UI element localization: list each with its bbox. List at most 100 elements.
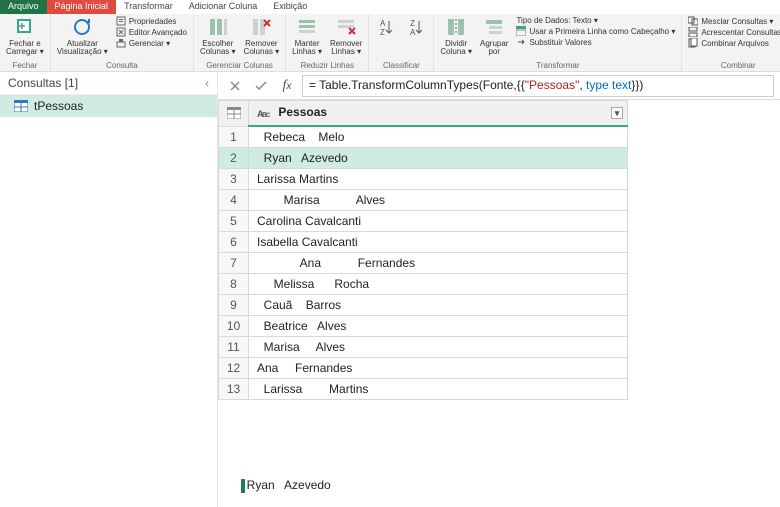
svg-text:A: A xyxy=(380,19,386,28)
row-number[interactable]: 3 xyxy=(219,169,249,190)
table-row[interactable]: 6Isabella Cavalcanti xyxy=(219,232,628,253)
row-number[interactable]: 7 xyxy=(219,253,249,274)
cell-pessoas[interactable]: Rebeca Melo xyxy=(249,126,628,148)
row-number[interactable]: 4 xyxy=(219,190,249,211)
row-number[interactable]: 12 xyxy=(219,358,249,379)
refresh-preview-button[interactable]: Atualizar Visualização ▾ xyxy=(55,16,110,57)
cell-pessoas[interactable]: Carolina Cavalcanti xyxy=(249,211,628,232)
table-row[interactable]: 7 Ana Fernandes xyxy=(219,253,628,274)
formula-text[interactable]: = Table.TransformColumnTypes(Fonte,{{"Pe… xyxy=(302,75,774,97)
sort-asc-button[interactable]: AZ xyxy=(373,16,399,38)
column-header-pessoas[interactable]: ABC Pessoas ▾ xyxy=(249,101,628,127)
cell-preview: Ryan Azevedo xyxy=(230,462,335,495)
cell-pessoas[interactable]: Marisa Alves xyxy=(249,337,628,358)
first-row-header-button[interactable]: Usar a Primeira Linha como Cabeçalho ▾ xyxy=(514,26,677,36)
remove-rows-icon xyxy=(335,16,357,38)
row-number[interactable]: 2 xyxy=(219,148,249,169)
data-type-button[interactable]: Tipo de Dados: Texto ▾ xyxy=(514,16,677,25)
tab-file[interactable]: Arquivo xyxy=(0,0,47,14)
advanced-editor-icon xyxy=(116,27,126,37)
cell-pessoas[interactable]: Ryan Azevedo xyxy=(249,148,628,169)
row-number[interactable]: 11 xyxy=(219,337,249,358)
type-text-icon: ABC xyxy=(255,105,271,121)
tab-transformar[interactable]: Transformar xyxy=(116,0,181,14)
table-row[interactable]: 3Larissa Martins xyxy=(219,169,628,190)
row-number[interactable]: 6 xyxy=(219,232,249,253)
row-number[interactable]: 1 xyxy=(219,126,249,148)
formula-fx-button[interactable]: fx xyxy=(276,75,298,97)
table-row[interactable]: 11 Marisa Alves xyxy=(219,337,628,358)
cell-pessoas[interactable]: Cauã Barros xyxy=(249,295,628,316)
table-row[interactable]: 12Ana Fernandes xyxy=(219,358,628,379)
properties-button[interactable]: Propriedades xyxy=(114,16,189,26)
cell-pessoas[interactable]: Ana Fernandes xyxy=(249,358,628,379)
queries-pane-title: Consultas [1] xyxy=(8,76,78,90)
row-number[interactable]: 8 xyxy=(219,274,249,295)
table-row[interactable]: 2 Ryan Azevedo xyxy=(219,148,628,169)
keep-rows-icon xyxy=(296,16,318,38)
formula-cancel-button[interactable] xyxy=(224,75,246,97)
remove-columns-icon xyxy=(250,16,272,38)
cell-pessoas[interactable]: Melissa Rocha xyxy=(249,274,628,295)
replace-values-button[interactable]: Substituir Valores xyxy=(514,37,677,47)
tab-home[interactable]: Página Inicial xyxy=(47,0,117,14)
append-icon xyxy=(688,27,698,37)
keep-rows-button[interactable]: Manter Linhas ▾ xyxy=(290,16,324,57)
combine-files-icon xyxy=(688,38,698,48)
ribbon: Fechar e Carregar ▾ Fechar Atualizar Vis… xyxy=(0,14,780,72)
refresh-icon xyxy=(71,16,93,38)
cell-pessoas[interactable]: Beatrice Alves xyxy=(249,316,628,337)
formula-commit-button[interactable] xyxy=(250,75,272,97)
svg-text:Z: Z xyxy=(410,19,415,28)
table-row[interactable]: 10 Beatrice Alves xyxy=(219,316,628,337)
tab-exibicao[interactable]: Exibição xyxy=(265,0,315,14)
manage-query-button[interactable]: Gerenciar ▾ xyxy=(114,38,189,48)
choose-columns-button[interactable]: Escolher Colunas ▾ xyxy=(198,16,238,57)
choose-columns-icon xyxy=(207,16,229,38)
collapse-sidebar-button[interactable]: ‹ xyxy=(205,76,209,90)
split-column-icon xyxy=(445,16,467,38)
combine-files-button[interactable]: Combinar Arquivos xyxy=(686,38,780,48)
append-queries-button[interactable]: Acrescentar Consultas ▾ xyxy=(686,27,780,37)
properties-icon xyxy=(116,16,126,26)
preview-bar-icon xyxy=(241,479,245,493)
table-row[interactable]: 1 Rebeca Melo xyxy=(219,126,628,148)
tab-adicionar[interactable]: Adicionar Coluna xyxy=(181,0,266,14)
cell-pessoas[interactable]: Marisa Alves xyxy=(249,190,628,211)
query-item-tpessoas[interactable]: tPessoas xyxy=(0,95,217,117)
table-icon xyxy=(227,107,241,119)
split-column-button[interactable]: Dividir Coluna ▾ xyxy=(438,16,474,57)
cell-pessoas[interactable]: Larissa Martins xyxy=(249,379,628,400)
sort-desc-button[interactable]: ZA xyxy=(403,16,429,38)
row-number[interactable]: 13 xyxy=(219,379,249,400)
row-number[interactable]: 5 xyxy=(219,211,249,232)
svg-text:A: A xyxy=(410,28,416,37)
advanced-editor-button[interactable]: Editor Avançado xyxy=(114,27,189,37)
formula-bar: fx = Table.TransformColumnTypes(Fonte,{{… xyxy=(218,72,780,100)
table-row[interactable]: 5Carolina Cavalcanti xyxy=(219,211,628,232)
data-grid: ABC Pessoas ▾ 1 Rebeca Melo2 Ryan Azeved… xyxy=(218,100,628,400)
cell-pessoas[interactable]: Larissa Martins xyxy=(249,169,628,190)
row-number[interactable]: 10 xyxy=(219,316,249,337)
remove-columns-button[interactable]: Remover Colunas ▾ xyxy=(242,16,282,57)
cell-pessoas[interactable]: Isabella Cavalcanti xyxy=(249,232,628,253)
close-and-load-button[interactable]: Fechar e Carregar ▾ xyxy=(4,16,46,57)
remove-rows-button[interactable]: Remover Linhas ▾ xyxy=(328,16,364,57)
query-name: tPessoas xyxy=(34,99,83,113)
svg-text:Z: Z xyxy=(380,28,385,37)
row-number[interactable]: 9 xyxy=(219,295,249,316)
sort-asc-icon: AZ xyxy=(375,16,397,38)
group-by-icon xyxy=(483,16,505,38)
merge-icon xyxy=(688,16,698,26)
cell-pessoas[interactable]: Ana Fernandes xyxy=(249,253,628,274)
manage-icon xyxy=(116,38,126,48)
select-all-corner[interactable] xyxy=(219,101,249,127)
table-row[interactable]: 8 Melissa Rocha xyxy=(219,274,628,295)
merge-queries-button[interactable]: Mesclar Consultas ▾ xyxy=(686,16,780,26)
table-row[interactable]: 9 Cauã Barros xyxy=(219,295,628,316)
table-row[interactable]: 13 Larissa Martins xyxy=(219,379,628,400)
svg-text:C: C xyxy=(266,113,270,119)
column-filter-dropdown[interactable]: ▾ xyxy=(611,107,623,119)
group-by-button[interactable]: Agrupar por xyxy=(478,16,510,57)
table-row[interactable]: 4 Marisa Alves xyxy=(219,190,628,211)
